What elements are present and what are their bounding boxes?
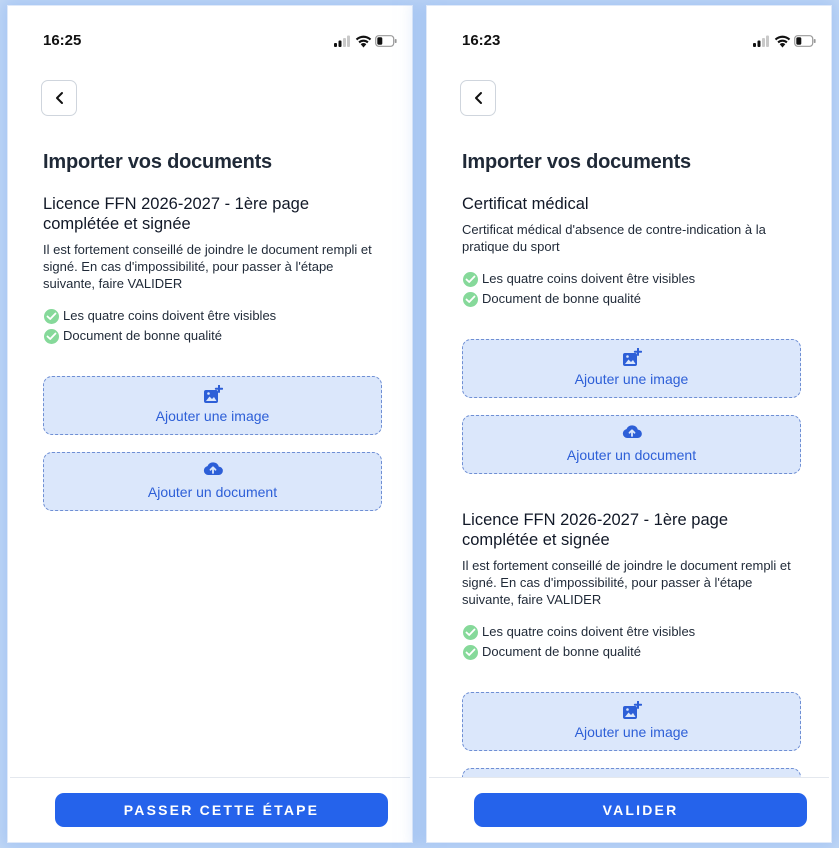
add-photo-icon [622, 348, 642, 366]
requirement-label: Document de bonne qualité [482, 291, 642, 306]
phone-screen-right: 16:23 Importer vos documents Certificat … [427, 6, 831, 842]
requirement-item: Document de bonne qualité [462, 642, 801, 662]
add-photo-icon [622, 701, 642, 719]
document-section: Certificat médical Certificat médical d'… [462, 194, 801, 474]
wifi-icon [774, 35, 791, 48]
validate-button[interactable]: VALIDER [474, 793, 807, 827]
footer-bar: PASSER CETTE ÉTAPE [10, 777, 410, 840]
chevron-left-icon [56, 92, 63, 104]
battery-icon [375, 35, 397, 47]
requirement-item: Les quatre coins doivent être visibles [462, 269, 801, 289]
status-bar: 16:25 [43, 32, 397, 54]
page-title: Importer vos documents [462, 151, 691, 173]
documents-content: Importer vos documents Certificat médica… [462, 151, 801, 840]
requirement-item: Document de bonne qualité [43, 326, 382, 346]
requirements-list: Les quatre coins doivent être visibles D… [43, 306, 382, 346]
requirements-list: Les quatre coins doivent être visibles D… [462, 622, 801, 662]
wifi-icon [355, 35, 372, 48]
document-title: Licence FFN 2026-2027 - 1ère page complé… [43, 195, 309, 233]
battery-icon [794, 35, 816, 47]
status-time: 16:23 [462, 32, 501, 49]
back-button[interactable] [460, 80, 496, 116]
add-document-button[interactable]: Ajouter un document [43, 452, 382, 511]
chevron-left-icon [475, 92, 482, 104]
add-document-label: Ajouter un document [147, 484, 278, 500]
document-title: Licence FFN 2026-2027 - 1ère page complé… [462, 511, 728, 549]
check-circle-icon [44, 328, 59, 344]
add-image-button[interactable]: Ajouter une image [43, 376, 382, 435]
back-button[interactable] [41, 80, 77, 116]
check-circle-icon [44, 308, 59, 324]
signal-icon [334, 35, 350, 47]
add-image-label: Ajouter une image [574, 724, 689, 740]
document-description: Il est fortement conseillé de joindre le… [43, 242, 372, 291]
requirement-label: Document de bonne qualité [482, 644, 642, 659]
requirement-label: Les quatre coins doivent être visibles [482, 624, 696, 639]
skip-step-button[interactable]: PASSER CETTE ÉTAPE [55, 793, 388, 827]
add-document-button[interactable]: Ajouter un document [462, 415, 801, 474]
status-time: 16:25 [43, 32, 82, 49]
cloud-upload-icon [203, 462, 223, 476]
requirement-item: Les quatre coins doivent être visibles [462, 622, 801, 642]
add-image-label: Ajouter une image [574, 371, 689, 387]
check-circle-icon [463, 271, 478, 287]
requirement-label: Les quatre coins doivent être visibles [63, 308, 277, 323]
signal-icon [753, 35, 769, 47]
documents-content: Importer vos documents Licence FFN 2026-… [43, 151, 382, 528]
add-image-label: Ajouter une image [155, 408, 270, 424]
document-description: Il est fortement conseillé de joindre le… [462, 558, 791, 607]
add-photo-icon [203, 385, 223, 403]
check-circle-icon [463, 291, 478, 307]
check-circle-icon [463, 644, 478, 660]
requirements-list: Les quatre coins doivent être visibles D… [462, 269, 801, 309]
document-description: Certificat médical d'absence de contre-i… [462, 222, 766, 254]
status-icons [334, 35, 397, 49]
document-title: Certificat médical [462, 195, 589, 213]
check-circle-icon [463, 624, 478, 640]
page-title: Importer vos documents [43, 151, 272, 173]
add-image-button[interactable]: Ajouter une image [462, 339, 801, 398]
footer-bar: VALIDER [429, 777, 829, 840]
status-bar: 16:23 [462, 32, 816, 54]
add-image-button[interactable]: Ajouter une image [462, 692, 801, 751]
requirement-item: Document de bonne qualité [462, 289, 801, 309]
cloud-upload-icon [622, 425, 642, 439]
status-icons [753, 35, 816, 49]
document-section: Licence FFN 2026-2027 - 1ère page complé… [43, 194, 382, 511]
add-document-label: Ajouter un document [566, 447, 697, 463]
requirement-label: Document de bonne qualité [63, 328, 223, 343]
requirement-label: Les quatre coins doivent être visibles [482, 271, 696, 286]
requirement-item: Les quatre coins doivent être visibles [43, 306, 382, 326]
phone-screen-left: 16:25 Importer vos documents Licence FFN… [8, 6, 412, 842]
